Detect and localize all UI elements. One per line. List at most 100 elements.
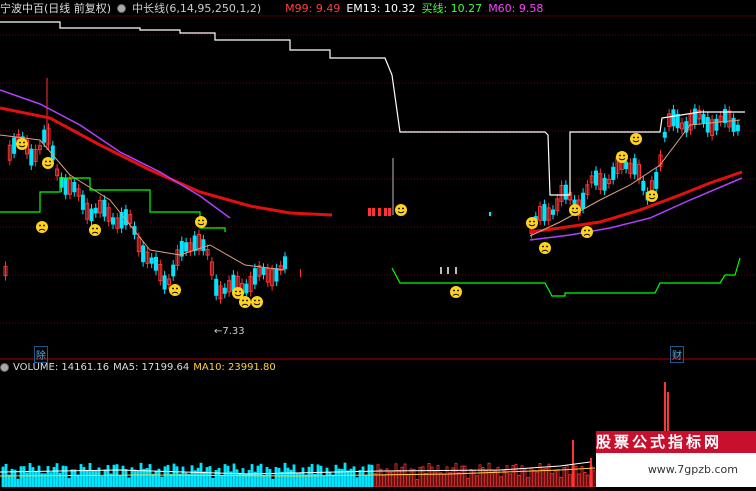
volume-bar xyxy=(112,464,116,488)
volume-bar xyxy=(244,473,248,488)
candle-body xyxy=(594,170,598,186)
volume-bar xyxy=(307,466,311,488)
candle-body xyxy=(611,166,616,180)
event-tag-financial[interactable]: 财 xyxy=(670,346,684,363)
volume-bar xyxy=(526,477,530,488)
candle-body xyxy=(184,242,189,252)
candle-body xyxy=(701,114,706,124)
volume-bar xyxy=(19,466,23,488)
candle-body xyxy=(252,268,257,285)
volume-bar xyxy=(121,465,125,488)
candle-body xyxy=(149,257,154,264)
indicator-title[interactable]: 中长线(6,14,95,250,1,2) xyxy=(132,0,261,16)
volume-bar xyxy=(304,474,308,488)
m60-value: M60: 9.58 xyxy=(488,1,544,15)
volume-bar xyxy=(367,464,371,488)
smiley-icon xyxy=(195,216,207,228)
candle-body xyxy=(171,264,176,277)
candle-body xyxy=(192,235,197,252)
volume-bar xyxy=(70,469,74,488)
volume-bar xyxy=(572,440,574,487)
volume-bar xyxy=(421,466,425,488)
volume-bar xyxy=(319,465,323,488)
volume-bar xyxy=(322,475,326,488)
chart-canvas[interactable] xyxy=(0,0,756,488)
volume-bar xyxy=(427,463,431,488)
volume-bar xyxy=(277,467,281,488)
volume-bar xyxy=(553,470,557,488)
volume-bar xyxy=(109,473,113,488)
volume-bar xyxy=(448,472,452,488)
volume-bar xyxy=(124,469,128,488)
sad-face-icon xyxy=(36,221,48,233)
volume-bar xyxy=(241,468,245,488)
candle-body xyxy=(214,278,219,296)
candle-body xyxy=(654,172,659,189)
volume-bar xyxy=(376,464,380,488)
volume-bar xyxy=(181,466,185,488)
volume-bar xyxy=(562,467,566,488)
candle-body xyxy=(735,124,740,132)
em13-value: EM13: 10.32 xyxy=(346,1,416,15)
smiley-icon xyxy=(42,157,54,169)
volume-bar xyxy=(370,464,374,488)
volume-bar xyxy=(235,469,239,488)
candle-body xyxy=(141,245,146,263)
volume-bar xyxy=(154,470,158,488)
settings-icon[interactable] xyxy=(117,3,127,13)
candle-body xyxy=(388,208,391,216)
volume-bar xyxy=(535,471,539,488)
volume-bar xyxy=(469,469,473,488)
volume-bar xyxy=(283,462,287,488)
m99-value: M99: 9.49 xyxy=(285,1,341,15)
volume-bar xyxy=(193,470,197,488)
volume-bar xyxy=(409,468,413,488)
volume-bar xyxy=(568,474,572,488)
volume-bar xyxy=(85,469,89,488)
volume-bar xyxy=(394,463,398,488)
stock-chart[interactable] xyxy=(0,0,756,488)
volume-bar xyxy=(190,465,194,488)
volume-bar xyxy=(94,470,98,488)
volume-bar xyxy=(226,465,230,488)
volume-bar xyxy=(196,467,200,488)
volume-bar xyxy=(442,474,446,488)
smiley-icon xyxy=(630,133,642,145)
volume-bar xyxy=(532,469,536,488)
volume-bar xyxy=(49,472,53,488)
volume-bar xyxy=(361,466,365,488)
candle-body xyxy=(72,182,77,193)
event-tag-ex-rights[interactable]: 除 xyxy=(34,346,48,363)
volume-bar xyxy=(559,476,563,488)
candle-body xyxy=(42,129,47,143)
volume-bar xyxy=(262,474,266,488)
candle-body xyxy=(89,208,94,222)
volume-bar xyxy=(169,473,173,488)
volume-bar xyxy=(136,470,140,488)
candle-body xyxy=(12,137,17,154)
candle-body xyxy=(378,208,381,216)
volume-bar xyxy=(463,465,467,488)
volume-bar xyxy=(142,468,146,488)
candle-body xyxy=(63,178,68,195)
volume-ma5-value: MA5: 17199.64 xyxy=(113,362,190,373)
candle-body xyxy=(244,283,249,294)
volume-bar xyxy=(382,474,386,488)
volume-bar xyxy=(151,473,155,488)
volume-settings-icon[interactable] xyxy=(0,363,9,372)
smiley-icon xyxy=(395,204,407,216)
watermark-url: www.7gpzb.com xyxy=(596,453,756,487)
volume-bar xyxy=(424,472,428,488)
volume-bar xyxy=(586,474,590,488)
volume-bar xyxy=(547,463,551,488)
smiley-icon xyxy=(16,138,28,150)
volume-bar xyxy=(430,466,434,488)
volume-bar xyxy=(445,466,449,488)
volume-bar xyxy=(16,478,20,488)
candle-body xyxy=(551,209,555,215)
volume-bar xyxy=(541,468,545,488)
volume-bar xyxy=(517,474,521,488)
volume-bar xyxy=(118,474,122,488)
candle-body xyxy=(692,108,697,125)
candle-body xyxy=(662,131,667,138)
